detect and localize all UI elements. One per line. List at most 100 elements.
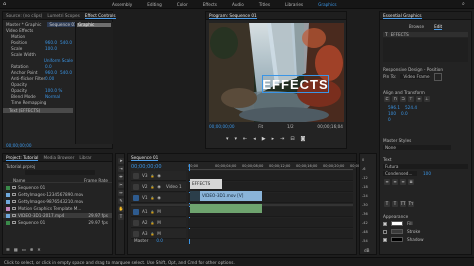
appearance-checkbox[interactable] — [383, 237, 387, 242]
effect-property-value[interactable]: 960.0 — [45, 40, 57, 45]
workspace-tab-color[interactable]: Color — [177, 2, 188, 7]
effect-property-value-2[interactable]: 540.0 — [60, 40, 72, 45]
step-back-icon[interactable]: ⇤ — [243, 136, 247, 142]
effect-property-row[interactable]: Anchor Point 960.0 540.0 — [3, 70, 73, 75]
effect-property-value[interactable]: 100.0 % — [45, 88, 62, 93]
position-x-value[interactable]: 596.1 — [388, 105, 400, 110]
razor-tool-icon[interactable]: ✂ — [118, 182, 124, 188]
effect-property-row[interactable]: Scale Width — [3, 52, 73, 57]
track-target-toggle[interactable] — [133, 194, 139, 201]
clip-video[interactable]: VIDEO-3D1.mov [V] — [190, 191, 262, 201]
align-right-icon[interactable]: ⊐ — [400, 96, 406, 102]
eye-icon[interactable]: ◉ — [157, 195, 161, 200]
color-swatch[interactable] — [391, 237, 403, 242]
track-target-toggle[interactable] — [133, 219, 139, 226]
effect-property-row[interactable]: Motion — [3, 34, 73, 39]
effect-property-row[interactable]: Position 960.0 540.0 — [3, 40, 73, 45]
search-icon[interactable]: ⌕ — [462, 1, 465, 7]
opacity-value[interactable]: 0 — [388, 117, 391, 122]
appearance-checkbox[interactable] — [383, 229, 387, 234]
font-size-value[interactable]: 100 — [423, 171, 431, 176]
essential-graphics-title[interactable]: Essential Graphics — [383, 13, 422, 19]
lock-icon[interactable]: 🔒 — [151, 232, 155, 236]
effect-property-value[interactable]: 960.0 — [45, 70, 57, 75]
ripple-edit-tool-icon[interactable]: ⇹ — [118, 174, 124, 180]
tab-project[interactable]: Project: Tutorial — [6, 155, 39, 161]
track-header[interactable]: A2 🔒 M — [131, 218, 186, 228]
hand-tool-icon[interactable]: ✋ — [118, 206, 124, 212]
project-item[interactable]: GettyImages-1234567890.mov — [3, 192, 112, 197]
effect-property-value-2[interactable]: 540.0 — [60, 70, 72, 75]
position-y-value[interactable]: 524.4 — [405, 105, 417, 110]
color-swatch[interactable] — [391, 229, 403, 234]
tab-lumetri-scopes[interactable]: Lumetri Scopes — [47, 13, 79, 18]
track-header[interactable]: V2 🔒 ◉ Video 1 — [131, 182, 186, 192]
mute-icon[interactable]: M — [157, 220, 161, 225]
timeline-timecode[interactable]: 00;00;00;00 — [131, 164, 162, 170]
tab-edit[interactable]: Edit — [434, 24, 443, 30]
track-target-toggle[interactable] — [133, 172, 139, 179]
tab-media-browser[interactable]: Media Browser — [43, 155, 74, 160]
new-bin-icon[interactable]: ▭ — [22, 247, 26, 252]
effect-property-row[interactable]: Rotation 0.0 — [3, 64, 73, 69]
color-swatch[interactable] — [391, 221, 403, 226]
new-item-icon[interactable]: ⊕ — [30, 247, 34, 252]
effect-property-value[interactable]: 0.00 — [45, 76, 54, 81]
export-frame-icon[interactable]: ◙ — [301, 136, 306, 142]
column-name-header[interactable]: Name — [13, 178, 25, 183]
eye-icon[interactable]: ◉ — [157, 173, 161, 178]
insert-icon[interactable]: ⊟ — [290, 136, 294, 142]
clip-graphic[interactable]: EFFECTS — [190, 179, 222, 189]
timeline-ruler[interactable]: 00;00 00;00;04;00 00;00;08;00 00;00;12;00 00… — [188, 164, 371, 170]
workspace-tab-libraries[interactable]: Libraries — [285, 2, 303, 7]
text-layer-row[interactable]: Text (EFFECTS) — [3, 108, 73, 113]
all-caps-icon[interactable]: TT — [400, 201, 406, 207]
effect-property-row[interactable]: Scale 100.0 — [3, 46, 73, 51]
fit-dropdown[interactable]: Fit — [258, 124, 263, 129]
align-bottom-icon[interactable]: ⊥ — [424, 96, 430, 102]
workspace-tab-editing[interactable]: Editing — [147, 2, 162, 7]
eye-icon[interactable]: ◉ — [157, 184, 161, 189]
track-target-toggle[interactable] — [133, 230, 139, 237]
track-header[interactable]: A1 🔒 M — [131, 207, 186, 217]
effect-property-row[interactable]: Time Remapping — [3, 100, 73, 105]
play-icon[interactable]: ▶ — [262, 136, 266, 142]
mark-out-icon[interactable]: ▾ — [235, 136, 238, 142]
workspace-tab-assembly[interactable]: Assembly — [112, 2, 132, 7]
effect-property-value[interactable]: 100.0 — [45, 46, 57, 51]
italic-icon[interactable]: T — [392, 201, 398, 207]
effect-property-row[interactable]: Opacity — [3, 82, 73, 87]
rotation-value[interactable]: 0.0 — [401, 111, 408, 116]
frame-forward-icon[interactable]: ▸ — [272, 136, 275, 142]
project-search-field[interactable] — [25, 170, 95, 175]
effect-property-row[interactable]: Anti-flicker Filter 0.00 — [3, 76, 73, 81]
project-item[interactable]: Sequence 01 — [3, 185, 112, 190]
project-item[interactable]: VIDEO-3D1-2017.mp4 29.97 fps — [3, 213, 112, 218]
scale-value[interactable]: 100 — [388, 111, 396, 116]
text-align-center-icon[interactable]: ≡ — [392, 179, 398, 185]
frame-back-icon[interactable]: ◂ — [253, 136, 256, 142]
lock-icon[interactable]: 🔒 — [151, 185, 155, 189]
effect-controls-timecode[interactable]: 00;00;00;00 — [6, 143, 32, 148]
slip-tool-icon[interactable]: ↔ — [118, 190, 124, 196]
small-caps-icon[interactable]: Tᴛ — [408, 201, 414, 207]
resolution-dropdown[interactable]: 1/2 — [287, 124, 294, 129]
align-center-icon[interactable]: ⊓ — [392, 96, 398, 102]
program-timecode[interactable]: 00;00;00;00 — [209, 124, 235, 129]
align-middle-icon[interactable]: ≡ — [416, 96, 422, 102]
effect-property-value[interactable]: Normal — [45, 94, 60, 99]
tab-effect-controls[interactable]: Effect Controls — [84, 13, 116, 19]
track-select-tool-icon[interactable]: ⇥ — [118, 166, 124, 172]
lock-icon[interactable]: 🔒 — [151, 196, 155, 200]
track-lane[interactable] — [188, 218, 353, 228]
mute-icon[interactable]: M — [157, 231, 161, 236]
program-video-frame[interactable]: EFFECTS — [209, 23, 344, 122]
lock-icon[interactable]: 🔒 — [151, 210, 155, 214]
program-monitor-title[interactable]: Program: Sequence 01 — [209, 13, 257, 19]
list-view-icon[interactable]: ☰ — [6, 247, 10, 252]
selection-tool-icon[interactable]: ➤ — [118, 158, 124, 164]
trash-icon[interactable]: ✕ — [37, 247, 41, 252]
workspace-tab-audio[interactable]: Audio — [232, 2, 244, 7]
timeline-sequence-tab[interactable]: Sequence 01 — [131, 155, 159, 161]
workspace-tab-graphics[interactable]: Graphics — [318, 2, 337, 7]
